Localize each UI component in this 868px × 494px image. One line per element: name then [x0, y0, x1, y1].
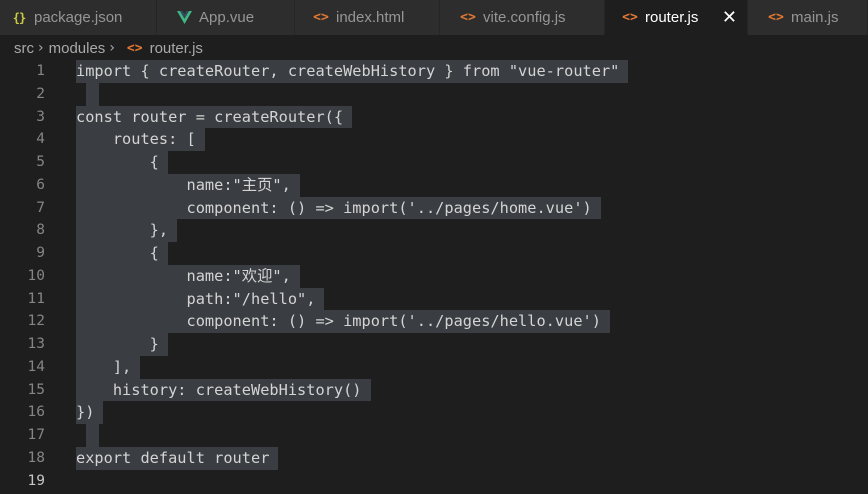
code-area[interactable]: 1 import { createRouter, createWebHistory… — [0, 60, 868, 492]
code-line[interactable]: 16}) — [0, 401, 868, 424]
code-line[interactable]: 2 — [0, 82, 868, 106]
line-number: 9 — [36, 245, 45, 261]
chevron-right-icon: › — [38, 40, 44, 56]
code-brackets-icon: <> — [126, 40, 143, 56]
code-brackets-icon: <> — [460, 10, 476, 25]
line-number: 2 — [36, 85, 45, 102]
json-file-icon: {} — [12, 10, 26, 25]
code-line[interactable]: 18 export default router — [0, 446, 868, 470]
line-number: 3 — [36, 108, 45, 125]
code-text: ], — [76, 355, 141, 379]
line-number: 14 — [27, 358, 45, 375]
tab-main-js[interactable]: <> main.js — [748, 0, 868, 35]
code-brackets-icon: <> — [313, 10, 329, 25]
code-line[interactable]: 3 const router = createRouter({ — [0, 105, 868, 129]
code-line[interactable]: 12 component: () => import('../pages/hel… — [0, 310, 868, 333]
breadcrumb: src › modules › <> router.js — [0, 35, 868, 61]
line-number: 17 — [27, 427, 45, 443]
line-number: 18 — [27, 449, 45, 466]
code-text: name:"欢迎", — [76, 264, 300, 288]
breadcrumb-item-modules[interactable]: modules — [49, 40, 106, 57]
line-number: 7 — [36, 199, 45, 216]
code-text: routes: [ — [76, 128, 205, 151]
tab-vite-config-js[interactable]: <> vite.config.js — [440, 0, 605, 35]
code-line[interactable]: 10 name:"欢迎", — [0, 264, 868, 288]
code-text: component: () => import('../pages/home.v… — [76, 196, 601, 220]
chevron-right-icon: › — [109, 40, 115, 56]
code-line[interactable]: 7 component: () => import('../pages/home… — [0, 196, 868, 220]
code-text: } — [76, 333, 168, 356]
tab-label: index.html — [336, 9, 405, 26]
code-text: path:"/hello", — [76, 287, 325, 311]
code-line[interactable]: 8 }, — [0, 219, 868, 242]
selection-highlight — [86, 82, 99, 106]
line-number: 16 — [27, 404, 45, 421]
tab-router-js[interactable]: <> router.js ✕ — [605, 0, 748, 35]
code-line[interactable]: 5 { — [0, 151, 868, 174]
line-number: 8 — [36, 222, 45, 239]
code-line[interactable]: 14 ], — [0, 355, 868, 379]
selection-highlight — [86, 424, 99, 447]
line-number: 11 — [27, 290, 45, 307]
code-text: }) — [76, 401, 104, 424]
breadcrumb-item-router-js[interactable]: router.js — [150, 40, 203, 57]
line-number: 13 — [27, 336, 45, 352]
tab-package-json[interactable]: {} package.json — [0, 0, 157, 35]
code-brackets-icon: <> — [768, 10, 784, 25]
code-text: component: () => import('../pages/hello.… — [76, 310, 610, 333]
code-line[interactable]: 11 path:"/hello", — [0, 287, 868, 311]
line-number: 6 — [36, 176, 45, 193]
breadcrumb-item-src[interactable]: src — [14, 40, 34, 57]
code-text: history: createWebHistory() — [76, 378, 371, 402]
code-line[interactable]: 9 { — [0, 242, 868, 265]
code-line[interactable]: 1 import { createRouter, createWebHistory… — [0, 60, 868, 83]
code-line[interactable]: 4 routes: [ — [0, 128, 868, 151]
line-number: 15 — [27, 381, 45, 398]
tab-label: main.js — [791, 9, 839, 26]
code-text: export default router — [76, 446, 279, 470]
tab-label: App.vue — [199, 9, 255, 26]
close-icon[interactable]: ✕ — [719, 7, 739, 28]
code-text: { — [76, 242, 168, 265]
code-text: name:"主页", — [76, 173, 300, 197]
code-line[interactable]: 13 } — [0, 333, 868, 356]
code-text: { — [76, 151, 168, 174]
tab-bar: {} package.json App.vue <> index.html <>… — [0, 0, 868, 35]
line-number: 1 — [36, 63, 45, 79]
code-editor[interactable]: {} package.json App.vue <> index.html <>… — [0, 0, 868, 494]
code-brackets-icon: <> — [622, 10, 638, 25]
code-line[interactable]: 17 — [0, 424, 868, 447]
tab-index-html[interactable]: <> index.html — [295, 0, 440, 35]
code-text: }, — [76, 219, 178, 242]
code-line[interactable]: 19 — [0, 470, 868, 493]
tab-app-vue[interactable]: App.vue — [157, 0, 295, 35]
code-line[interactable]: 15 history: createWebHistory() — [0, 378, 868, 402]
code-text: import { createRouter, createWebHistory … — [76, 60, 629, 83]
tab-label: vite.config.js — [483, 9, 566, 26]
line-number: 5 — [36, 154, 45, 170]
line-number: 19 — [27, 472, 45, 489]
code-text: const router = createRouter({ — [76, 105, 353, 129]
vue-file-icon — [176, 11, 192, 24]
line-number: 12 — [27, 313, 45, 330]
code-line[interactable]: 6 name:"主页", — [0, 173, 868, 197]
tab-label: router.js — [645, 9, 699, 26]
tab-label: package.json — [34, 9, 123, 26]
line-number: 10 — [27, 267, 45, 284]
line-number: 4 — [36, 131, 45, 148]
